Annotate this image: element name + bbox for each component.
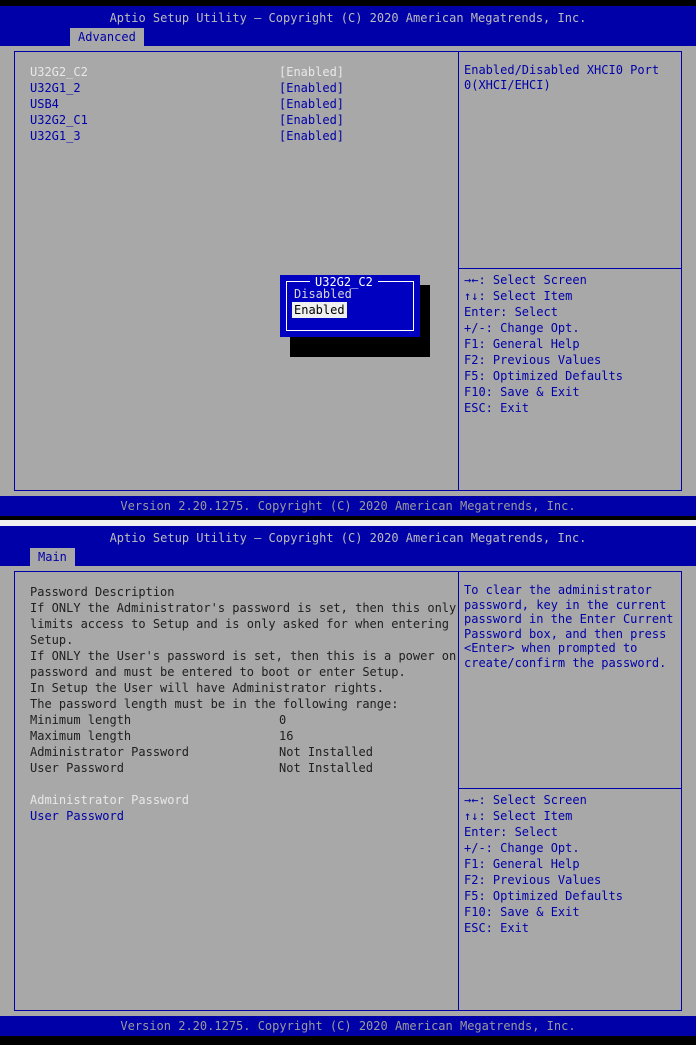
footer-main: Version 2.20.1275. Copyright (C) 2020 Am… — [0, 1016, 696, 1036]
panel-vertical-divider-2 — [458, 572, 459, 1010]
desc-line-5: password and must be entered to boot or … — [30, 665, 406, 679]
nav-key-0: →←: Select Screen — [464, 273, 587, 287]
panel-horizontal-divider-2 — [459, 788, 681, 789]
nav2-key-1: ↑↓: Select Item — [464, 809, 573, 823]
nav-key-2: Enter: Select — [464, 305, 558, 319]
info-label-3: User Password — [30, 761, 124, 775]
footer-advanced: Version 2.20.1275. Copyright (C) 2020 Am… — [0, 496, 696, 516]
help-line-0: Enabled/Disabled XHCI0 Port — [464, 63, 660, 77]
setting-value-3[interactable]: [Enabled] — [279, 112, 344, 128]
nav2-key-3: +/-: Change Opt. — [464, 841, 580, 855]
info-value-2: Not Installed — [279, 745, 373, 759]
bottom-black-gap-2 — [0, 1036, 696, 1045]
setting-value-1[interactable]: [Enabled] — [279, 80, 344, 96]
info-value-3: Not Installed — [279, 761, 373, 775]
nav2-key-8: ESC: Exit — [464, 921, 530, 935]
desc-line-6: In Setup the User will have Administrato… — [30, 681, 385, 695]
nav-key-4: F1: General Help — [464, 337, 580, 351]
help2-line-5: create/confirm the password. — [464, 656, 667, 670]
setting-value-2[interactable]: [Enabled] — [279, 96, 344, 112]
setting-label-1[interactable]: U32G1_2 — [30, 80, 81, 96]
menu-item-user-password[interactable]: User Password — [30, 808, 124, 824]
desc-line-3: Setup. — [30, 633, 74, 647]
desc-line-1: If ONLY the Administrator's password is … — [30, 601, 457, 615]
panel-frame-advanced — [14, 51, 682, 491]
info-label-1: Maximum length — [30, 729, 132, 743]
info-value-1: 16 — [279, 729, 294, 743]
desc-line-7: The password length must be in the follo… — [30, 697, 399, 711]
nav2-key-4: F1: General Help — [464, 857, 580, 871]
footer-version-text-2: Version 2.20.1275. Copyright (C) 2020 Am… — [120, 1019, 576, 1033]
setting-label-0[interactable]: U32G2_C2 — [30, 64, 88, 80]
desc-line-4: If ONLY the User's password is set, then… — [30, 649, 457, 663]
setting-label-2[interactable]: USB4 — [30, 96, 59, 112]
body-main: Password Description If ONLY the Adminis… — [0, 566, 696, 1016]
panel-horizontal-divider — [459, 268, 681, 269]
nav-key-7: F10: Save & Exit — [464, 385, 580, 399]
nav-key-5: F2: Previous Values — [464, 353, 602, 367]
nav2-key-7: F10: Save & Exit — [464, 905, 580, 919]
panel-vertical-divider — [458, 52, 459, 490]
help2-line-2: password in the Enter Current — [464, 612, 674, 627]
info-value-0: 0 — [279, 713, 287, 727]
setting-label-4[interactable]: U32G1_3 — [30, 128, 81, 144]
info-label-0: Minimum length — [30, 713, 132, 727]
setting-value-4[interactable]: [Enabled] — [279, 128, 344, 144]
nav-key-6: F5: Optimized Defaults — [464, 369, 623, 383]
desc-line-2: limits access to Setup and is only asked… — [30, 617, 450, 631]
nav-key-1: ↑↓: Select Item — [464, 289, 573, 303]
info-label-2: Administrator Password — [30, 745, 189, 759]
help-line-1: 0(XHCI/EHCI) — [464, 77, 551, 92]
dialog-option-enabled[interactable]: Enabled — [292, 302, 347, 318]
tabstrip-main: Main — [0, 548, 696, 566]
bios-screen-main: Aptio Setup Utility – Copyright (C) 2020… — [0, 520, 696, 1045]
help2-line-0: To clear the administrator — [464, 583, 652, 597]
help2-line-4: <Enter> when prompted to — [464, 641, 638, 656]
tabstrip-advanced: Advanced — [0, 28, 696, 46]
nav2-key-5: F2: Previous Values — [464, 873, 602, 887]
nav-key-8: ESC: Exit — [464, 401, 530, 415]
help2-line-1: password, key in the current — [464, 597, 667, 612]
header-title-2: Aptio Setup Utility – Copyright (C) 2020… — [109, 531, 587, 545]
body-advanced: U32G2_C2 [Enabled] U32G1_2 [Enabled] USB… — [0, 46, 696, 496]
nav2-key-6: F5: Optimized Defaults — [464, 889, 623, 903]
option-dialog: U32G2_C2 Disabled Enabled — [280, 275, 420, 337]
tab-main[interactable]: Main — [30, 548, 75, 566]
help2-line-3: Password box, and then press — [464, 626, 667, 641]
footer-version-text: Version 2.20.1275. Copyright (C) 2020 Am… — [120, 499, 576, 513]
dialog-option-disabled[interactable]: Disabled — [292, 286, 354, 302]
setting-value-0[interactable]: [Enabled] — [279, 64, 344, 80]
tab-advanced[interactable]: Advanced — [70, 28, 144, 46]
nav2-key-2: Enter: Select — [464, 825, 558, 839]
nav-key-3: +/-: Change Opt. — [464, 321, 580, 335]
header-title: Aptio Setup Utility – Copyright (C) 2020… — [109, 11, 587, 25]
setting-label-3[interactable]: U32G2_C1 — [30, 112, 88, 128]
desc-line-0: Password Description — [30, 585, 175, 599]
bios-screen-advanced: Aptio Setup Utility – Copyright (C) 2020… — [0, 0, 696, 520]
nav2-key-0: →←: Select Screen — [464, 793, 587, 807]
menu-item-administrator-password[interactable]: Administrator Password — [30, 792, 189, 808]
